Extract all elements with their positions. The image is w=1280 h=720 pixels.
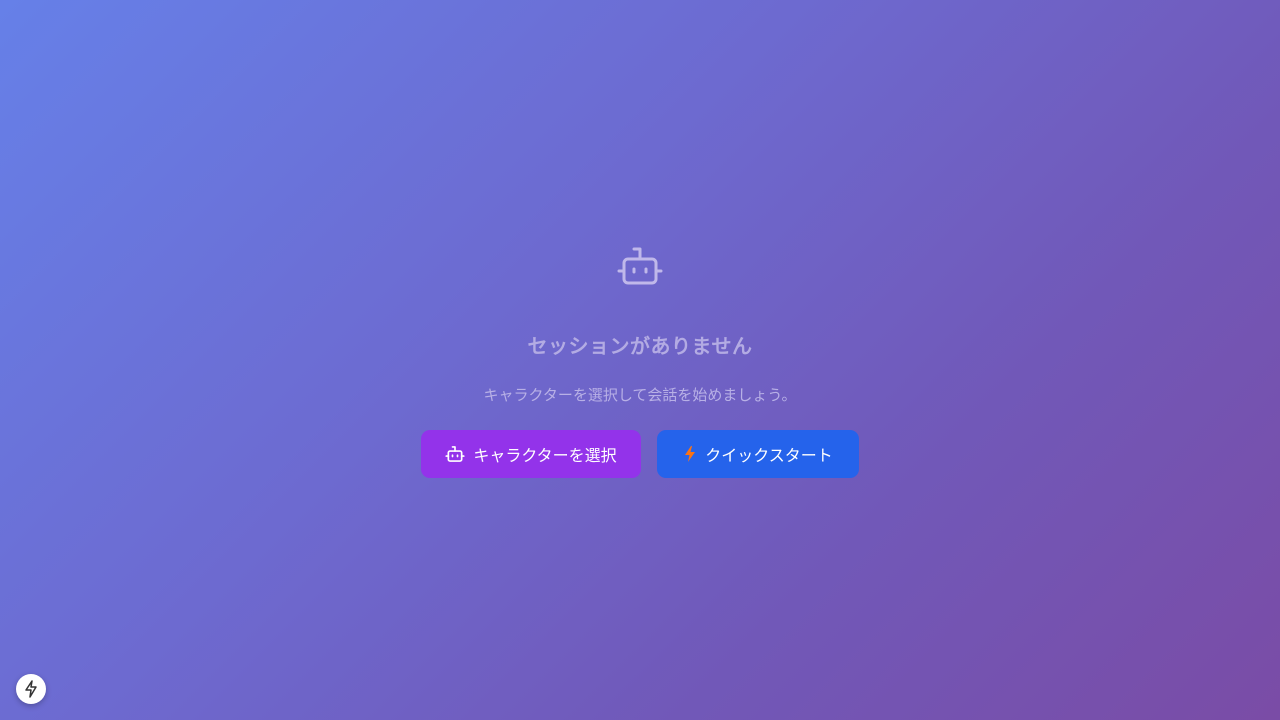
lightning-icon — [685, 446, 696, 462]
quick-start-label: クイックスタート — [705, 446, 833, 465]
lightning-bolt-icon — [25, 680, 37, 698]
robot-icon — [445, 446, 465, 462]
empty-state: セッションがありません キャラクターを選択して会話を始めましょう。 キャラクター… — [0, 0, 1280, 720]
select-character-button[interactable]: キャラクターを選択 — [421, 430, 641, 478]
select-character-label: キャラクターを選択 — [473, 446, 617, 465]
empty-state-subtitle: キャラクターを選択して会話を始めましょう。 — [483, 386, 797, 404]
robot-icon — [617, 247, 663, 285]
empty-state-title: セッションがありません — [527, 334, 753, 358]
quick-start-button[interactable]: クイックスタート — [657, 430, 859, 478]
dev-indicator-button[interactable] — [16, 674, 46, 704]
